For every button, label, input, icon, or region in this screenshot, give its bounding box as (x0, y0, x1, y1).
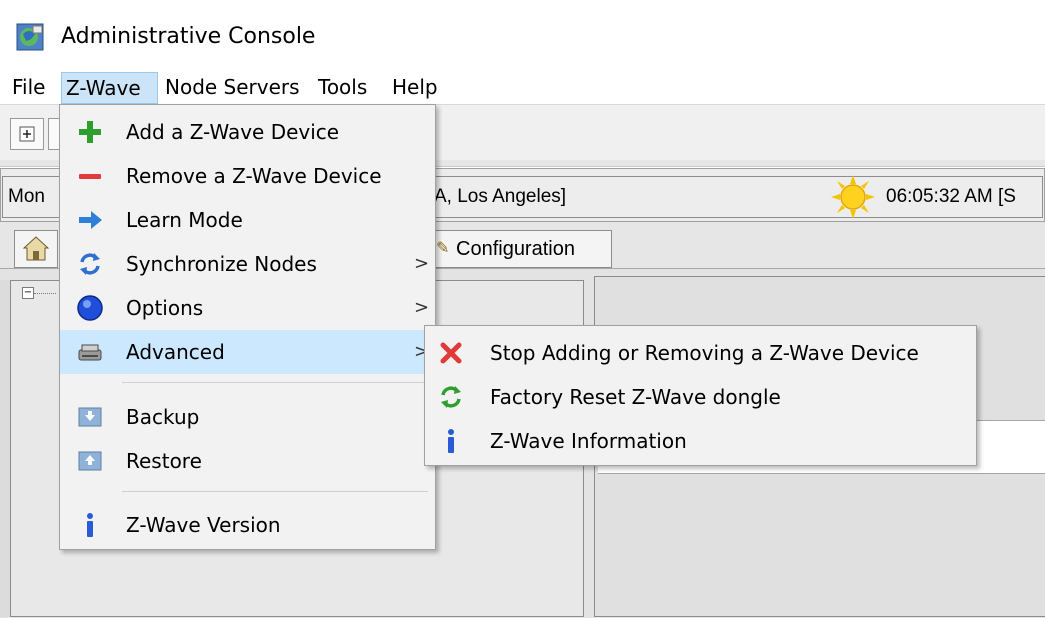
home-icon (22, 236, 50, 261)
expand-all-button[interactable] (10, 118, 44, 150)
menu-item-label: Z-Wave Version (126, 513, 281, 537)
plus-icon (76, 118, 104, 146)
menu-item-label: Options (126, 296, 204, 320)
menu-item-restore[interactable]: Restore (60, 439, 434, 483)
menu-item-remove-device[interactable]: Remove a Z-Wave Device (60, 154, 434, 198)
menu-item-label: Add a Z-Wave Device (126, 120, 340, 144)
submenu-item-label: Factory Reset Z-Wave dongle (490, 385, 781, 409)
status-day-text: Mon (8, 186, 45, 207)
submenu-item-label: Stop Adding or Removing a Z-Wave Device (490, 341, 919, 365)
red-x-icon (437, 339, 465, 367)
menu-item-label: Remove a Z-Wave Device (126, 164, 382, 188)
tab-home[interactable] (14, 230, 58, 268)
arrow-right-icon (76, 206, 104, 234)
submenu-arrow-icon: > (414, 297, 430, 318)
menu-item-learn-mode[interactable]: Learn Mode (60, 198, 434, 242)
minus-icon (76, 162, 104, 190)
menu-separator (122, 491, 428, 492)
menu-node-servers[interactable]: Node Servers (161, 72, 304, 104)
menu-item-synchronize-nodes[interactable]: Synchronize Nodes > (60, 242, 434, 286)
tab-configuration-label: Configuration (456, 238, 575, 260)
menu-tools[interactable]: Tools (314, 72, 371, 104)
status-time-text: 06:05:32 AM [S (886, 186, 1016, 207)
menu-item-z-wave-version[interactable]: Z-Wave Version (60, 503, 434, 547)
menu-item-label: Learn Mode (126, 208, 243, 232)
submenu-item-z-wave-information[interactable]: Z-Wave Information (425, 419, 975, 463)
menu-item-options[interactable]: Options > (60, 286, 434, 330)
submenu-item-factory-reset[interactable]: Factory Reset Z-Wave dongle (425, 375, 975, 419)
info-icon (76, 511, 104, 539)
status-location-text: A, Los Angeles] (434, 186, 567, 207)
pencil-icon: ✎ (436, 238, 450, 257)
submenu-arrow-icon: > (414, 253, 430, 274)
advanced-icon (76, 338, 104, 366)
backup-icon (76, 403, 104, 431)
menu-separator (122, 382, 428, 383)
menu-z-wave[interactable]: Z-Wave (61, 72, 158, 104)
app-globe-icon (16, 23, 44, 51)
menu-item-label: Backup (126, 405, 200, 429)
expand-box-icon (19, 126, 35, 142)
sync-icon (76, 250, 104, 278)
options-icon (76, 294, 104, 322)
menu-help[interactable]: Help (388, 72, 442, 104)
window-title: Administrative Console (61, 24, 316, 49)
sun-icon (831, 175, 875, 219)
restore-icon (76, 447, 104, 475)
info-icon (437, 427, 465, 455)
menu-file[interactable]: File (8, 72, 49, 104)
submenu-item-stop-adding-removing[interactable]: Stop Adding or Removing a Z-Wave Device (425, 331, 975, 375)
title-bar: Administrative Console (0, 0, 1045, 72)
menu-item-label: Synchronize Nodes (126, 252, 317, 276)
menu-item-label: Restore (126, 449, 202, 473)
tree-collapse-toggle[interactable]: − (22, 287, 34, 299)
tree-connector (34, 293, 56, 294)
submenu-item-label: Z-Wave Information (490, 429, 687, 453)
menu-bar: File Z-Wave Node Servers Tools Help (0, 72, 1045, 104)
menu-item-backup[interactable]: Backup (60, 395, 434, 439)
green-reset-icon (437, 383, 465, 411)
menu-item-advanced[interactable]: Advanced > (60, 330, 434, 374)
menu-item-add-device[interactable]: Add a Z-Wave Device (60, 110, 434, 154)
left-edge-strip (0, 280, 10, 617)
menu-item-label: Advanced (126, 340, 225, 364)
